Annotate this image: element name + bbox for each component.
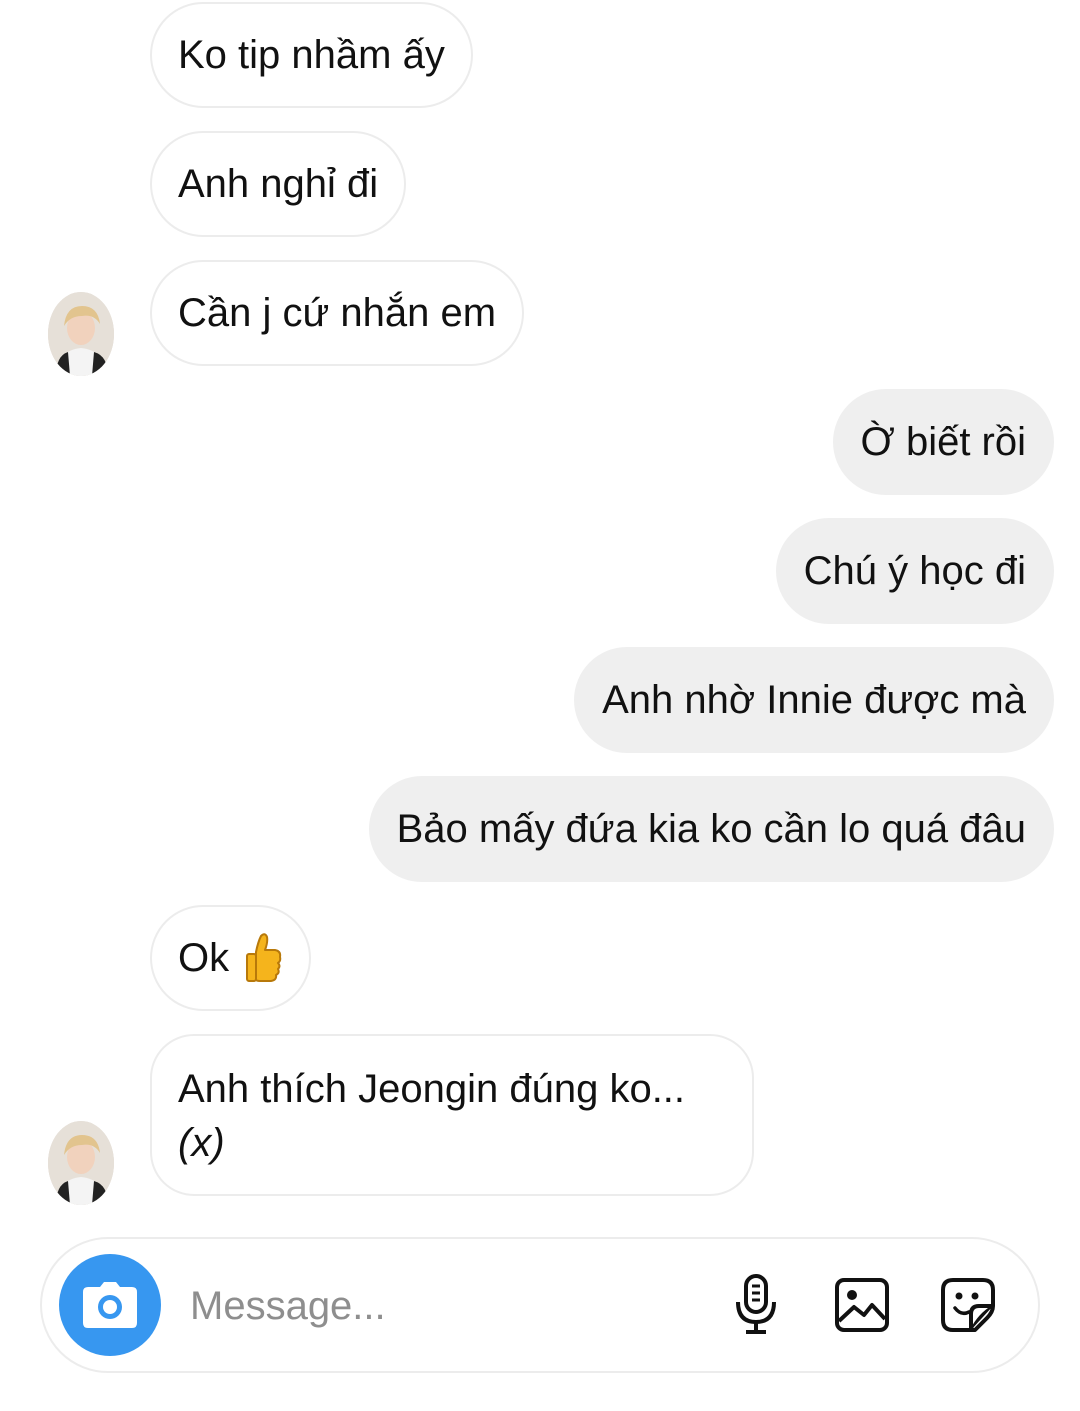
incoming-message[interactable]: Anh nghỉ đi xyxy=(150,131,407,237)
message-text: Ok xyxy=(178,936,230,980)
camera-button[interactable] xyxy=(59,1254,161,1356)
sticker-button[interactable] xyxy=(936,1273,1000,1337)
camera-icon xyxy=(83,1282,137,1328)
message-text: Anh nhờ Innie được mà xyxy=(602,678,1026,722)
incoming-message[interactable]: Ko tip nhầm ấy xyxy=(150,2,473,108)
incoming-message[interactable]: Anh thích Jeongin đúng ko... (x) xyxy=(150,1034,754,1196)
message-text-line: Anh thích Jeongin đúng ko... xyxy=(178,1067,686,1111)
message-text-line: (x) xyxy=(178,1121,225,1165)
outgoing-message[interactable]: Chú ý học đi xyxy=(775,518,1054,624)
avatar-image xyxy=(48,1121,114,1205)
message-text: Cần j cứ nhắn em xyxy=(178,291,497,335)
message-input[interactable] xyxy=(190,1277,690,1335)
avatar-image xyxy=(48,292,114,376)
microphone-icon xyxy=(736,1274,776,1334)
message-text: Ko tip nhầm ấy xyxy=(178,33,445,77)
message-text: Ờ biết rồi xyxy=(860,420,1026,464)
voice-message-button[interactable] xyxy=(724,1273,788,1337)
outgoing-message[interactable]: Anh nhờ Innie được mà xyxy=(574,647,1054,753)
message-text: Chú ý học đi xyxy=(803,549,1026,593)
message-text: Anh nghỉ đi xyxy=(178,162,379,206)
message-text: Bảo mấy đứa kia ko cần lo quá đâu xyxy=(396,807,1026,851)
incoming-message[interactable]: Ok xyxy=(150,905,312,1011)
thumbs-up-icon xyxy=(243,932,283,984)
sticker-icon xyxy=(941,1278,995,1332)
contact-avatar[interactable] xyxy=(48,1121,114,1205)
gallery-button[interactable] xyxy=(830,1273,894,1337)
gallery-icon xyxy=(835,1278,889,1332)
incoming-message[interactable]: Cần j cứ nhắn em xyxy=(150,260,525,366)
outgoing-message[interactable]: Ờ biết rồi xyxy=(832,389,1054,495)
message-composer xyxy=(40,1237,1040,1373)
contact-avatar[interactable] xyxy=(48,292,114,376)
outgoing-message[interactable]: Bảo mấy đứa kia ko cần lo quá đâu xyxy=(368,776,1054,882)
